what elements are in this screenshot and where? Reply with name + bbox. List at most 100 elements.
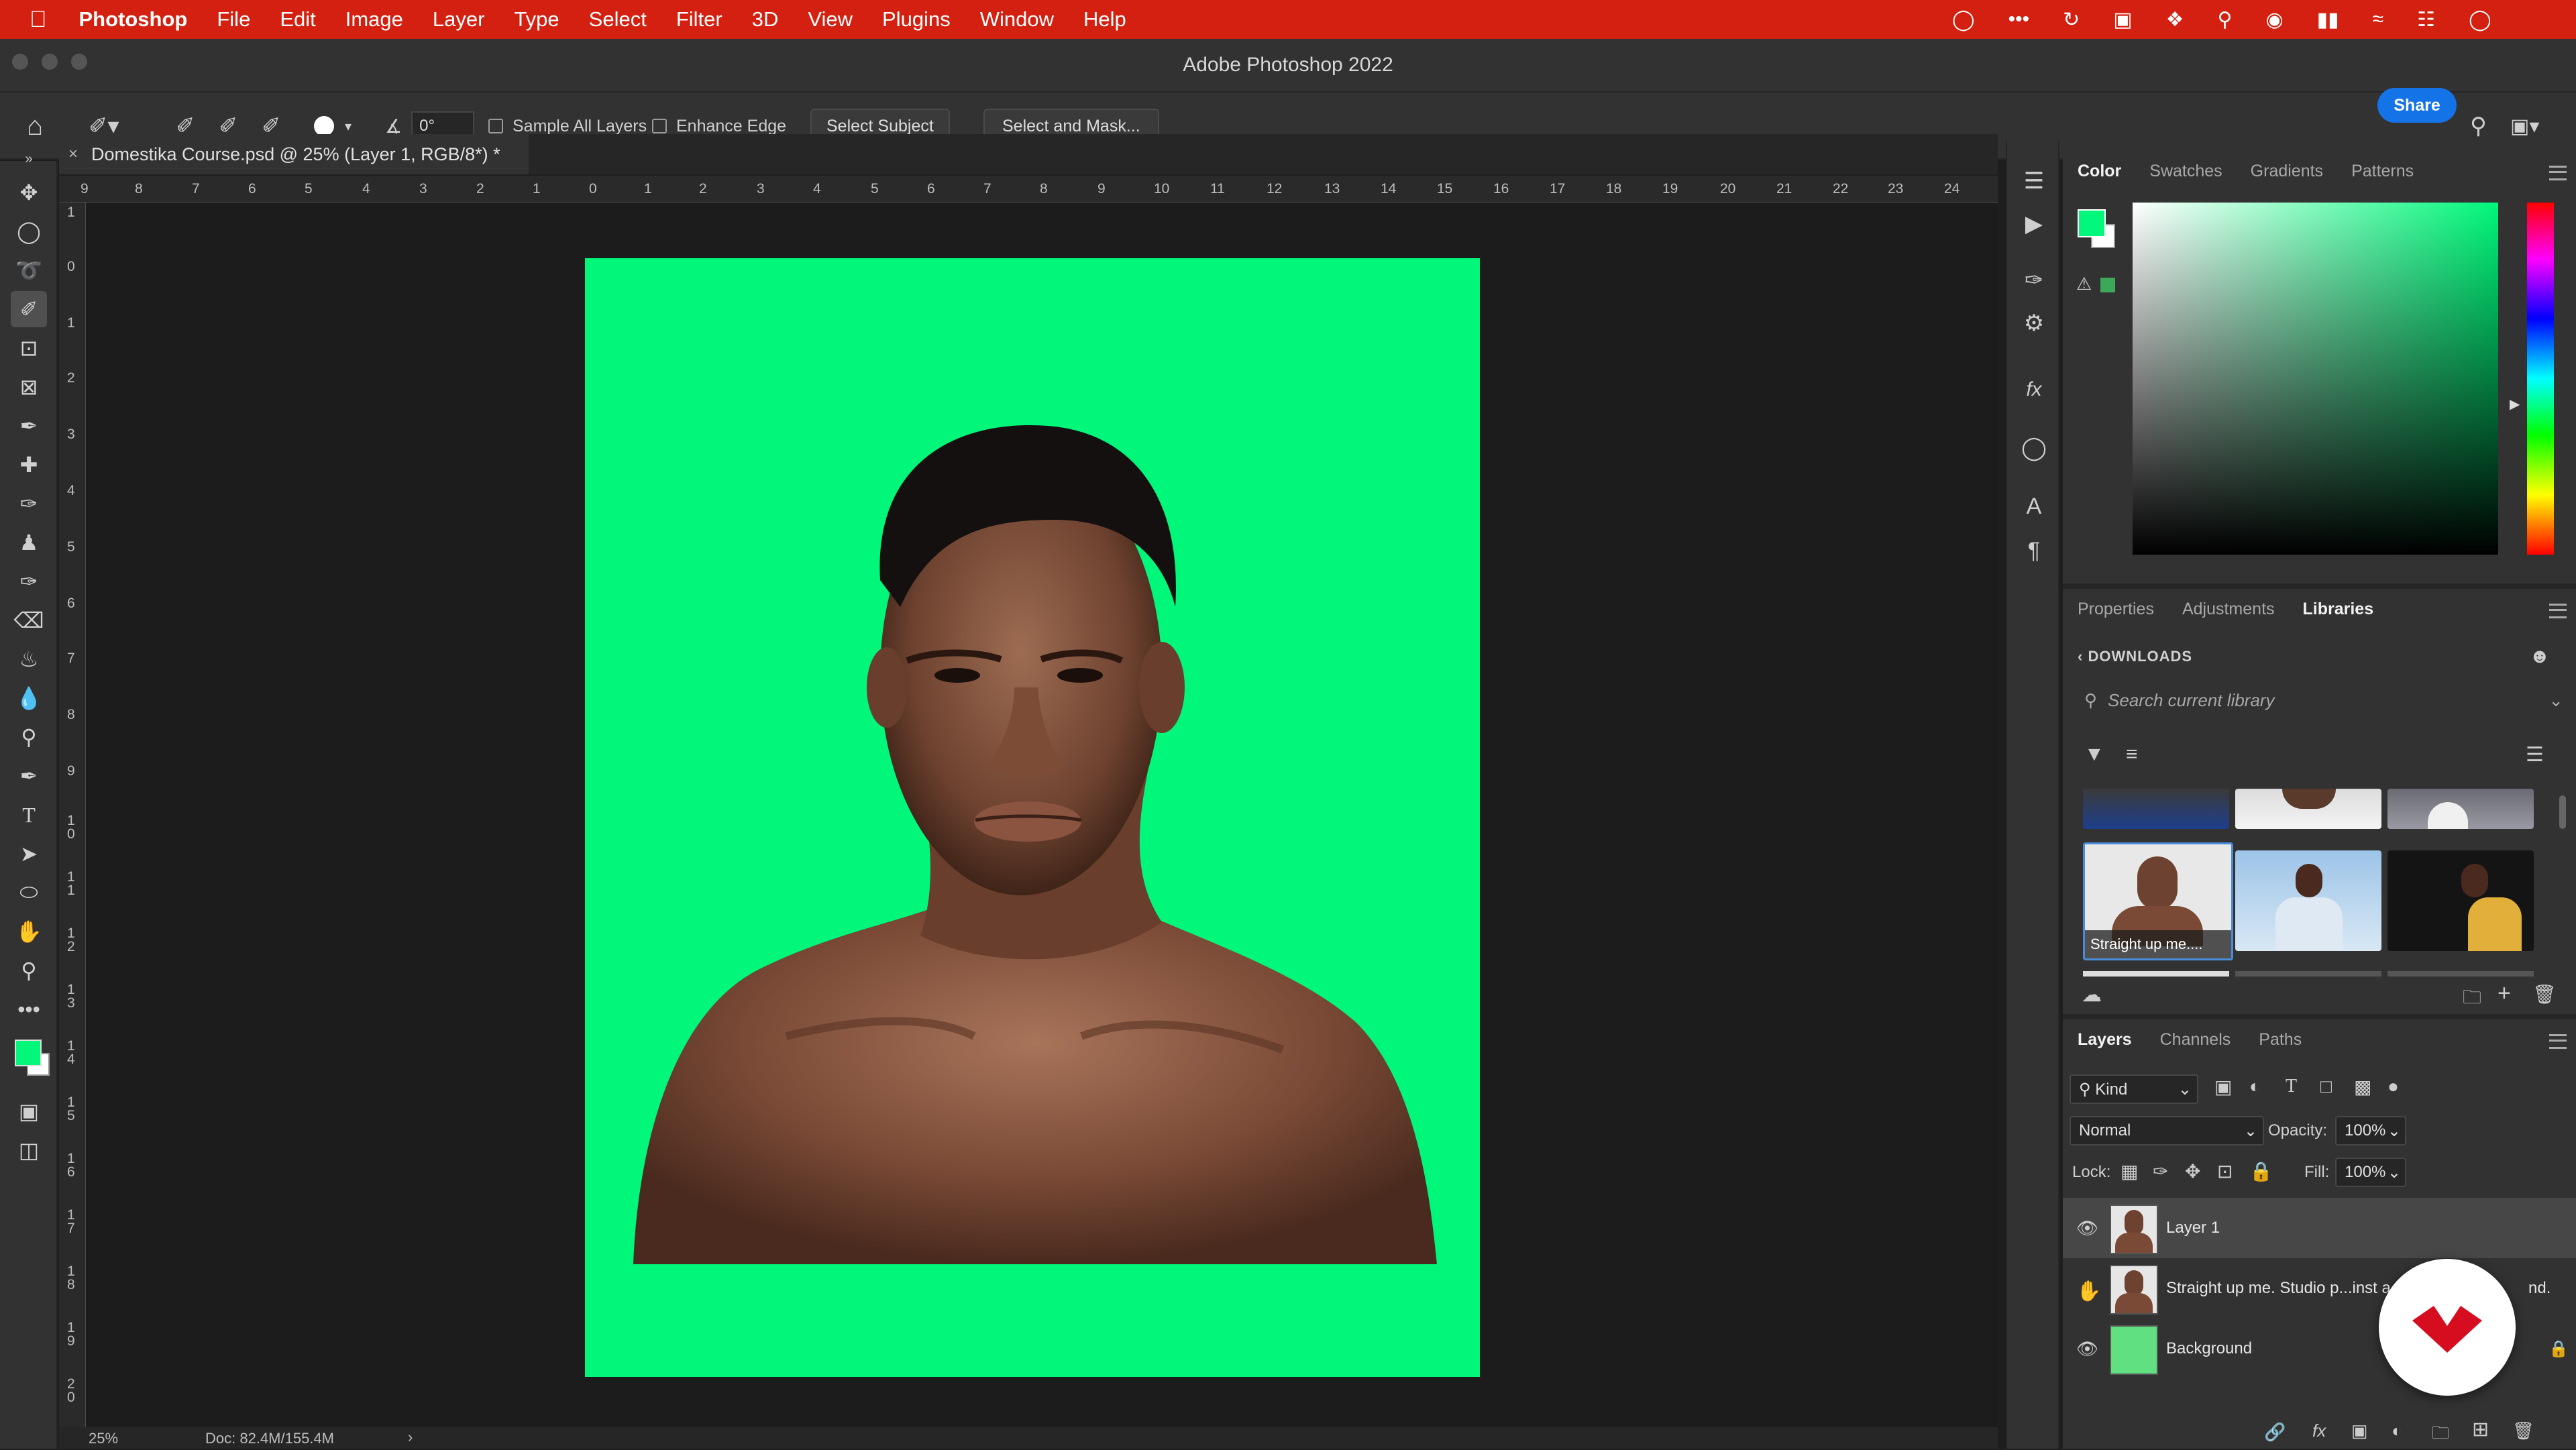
new-layer-icon[interactable]: ⊞ bbox=[2472, 1418, 2489, 1441]
blend-mode-select[interactable]: Normal ⌄ bbox=[2070, 1116, 2264, 1146]
eraser-tool-icon[interactable]: ⌫ bbox=[11, 602, 47, 638]
history-icon[interactable]: ☰ bbox=[2019, 168, 2049, 197]
library-item[interactable] bbox=[2235, 789, 2381, 829]
zoom-tool-icon[interactable]: ⚲ bbox=[11, 952, 47, 989]
sort-icon[interactable]: ≡ bbox=[2126, 743, 2138, 766]
menu-app-name[interactable]: Photoshop bbox=[79, 7, 188, 32]
opacity-field[interactable]: 100% ⌄ bbox=[2335, 1116, 2406, 1146]
actions-play-icon[interactable]: ▶ bbox=[2019, 211, 2049, 240]
cloud-icon[interactable]: ☁ bbox=[2082, 983, 2102, 1007]
lock-artboard-icon[interactable]: ⊡ bbox=[2217, 1160, 2233, 1182]
record-icon[interactable]: ◉ bbox=[2265, 8, 2283, 32]
layer-filter-kind[interactable]: ⚲ Kind ⌄ bbox=[2070, 1074, 2198, 1104]
ellipse-tool-icon[interactable]: ⬭ bbox=[11, 875, 47, 911]
menu-select[interactable]: Select bbox=[589, 7, 647, 32]
horizontal-ruler[interactable]: 9 8 7 6 5 4 3 2 1 0 1 2 3 4 5 6 7 8 9 10 11 12 13 14 15 16 17 18 19 2… bbox=[59, 176, 1998, 203]
close-tab-icon[interactable]: × bbox=[68, 145, 78, 164]
lock-transparent-icon[interactable]: ▦ bbox=[2121, 1160, 2138, 1182]
blur-tool-icon[interactable]: 💧 bbox=[11, 680, 47, 716]
dodge-tool-icon[interactable]: ⚲ bbox=[11, 719, 47, 755]
layer-name[interactable]: Straight up me. Studio p...inst a bbox=[2166, 1279, 2391, 1298]
tab-swatches[interactable]: Swatches bbox=[2149, 162, 2222, 181]
filter-icon[interactable]: ▼ bbox=[2084, 743, 2104, 766]
wifi-icon[interactable]: ≈ bbox=[2373, 8, 2383, 31]
character-icon[interactable]: A bbox=[2019, 494, 2049, 523]
history-brush-tool-icon[interactable]: ✑ bbox=[11, 563, 47, 600]
tab-paths[interactable]: Paths bbox=[2259, 1030, 2302, 1050]
creative-cloud-icon[interactable]: ◯ bbox=[1952, 8, 1975, 32]
library-item[interactable] bbox=[2387, 850, 2534, 951]
group-icon[interactable]: 🗀 bbox=[2432, 1420, 2449, 1450]
document-tab[interactable]: × Domestika Course.psd @ 25% (Layer 1, R… bbox=[59, 134, 529, 174]
library-item[interactable] bbox=[2387, 971, 2534, 977]
layer-name[interactable]: Layer 1 bbox=[2166, 1219, 2220, 1237]
styles-fx-icon[interactable]: fx bbox=[2019, 378, 2049, 408]
tab-libraries[interactable]: Libraries bbox=[2303, 600, 2374, 619]
hand-tool-icon[interactable]: ✋ bbox=[11, 913, 47, 950]
lasso-tool-icon[interactable]: ➰ bbox=[11, 252, 47, 288]
paint-bucket-tool-icon[interactable]: ♨ bbox=[11, 641, 47, 677]
library-scrollbar[interactable] bbox=[2559, 795, 2566, 829]
edit-toolbar-icon[interactable]: ••• bbox=[11, 991, 47, 1027]
battery-icon[interactable]: ▮▮ bbox=[2317, 8, 2339, 32]
gamut-swatch[interactable] bbox=[2100, 278, 2115, 292]
tab-color[interactable]: Color bbox=[2078, 162, 2121, 181]
add-mask-icon[interactable]: ▣ bbox=[2351, 1420, 2368, 1441]
type-tool-icon[interactable]: T bbox=[11, 797, 47, 833]
lock-pixels-icon[interactable]: ✑ bbox=[2153, 1160, 2168, 1182]
healing-brush-tool-icon[interactable]: ✚ bbox=[11, 447, 47, 483]
add-icon[interactable]: + bbox=[2498, 981, 2511, 1007]
hue-slider-handle[interactable]: ▶ bbox=[2510, 396, 2520, 412]
tab-patterns[interactable]: Patterns bbox=[2351, 162, 2414, 181]
brush-tool-icon[interactable]: ✑ bbox=[11, 486, 47, 522]
chevron-down-icon[interactable]: ⌄ bbox=[2548, 690, 2563, 711]
menu-layer[interactable]: Layer bbox=[433, 7, 485, 32]
apple-icon[interactable]:  bbox=[30, 7, 47, 33]
library-item[interactable] bbox=[2387, 789, 2534, 829]
eyedropper-tool-icon[interactable]: ✒ bbox=[11, 408, 47, 444]
tab-channels[interactable]: Channels bbox=[2160, 1030, 2231, 1050]
trash-icon[interactable]: 🗑 bbox=[2532, 983, 2557, 1005]
screen-mode-icon[interactable]: ◫ bbox=[11, 1132, 47, 1168]
filter-toggle-icon[interactable]: ● bbox=[2387, 1076, 2399, 1097]
library-item[interactable] bbox=[2235, 850, 2381, 951]
library-search-input[interactable]: Search current library bbox=[2108, 690, 2275, 711]
paragraph-icon[interactable]: ¶ bbox=[2019, 538, 2049, 567]
menu-filter[interactable]: Filter bbox=[676, 7, 722, 32]
frame-tool-icon[interactable]: ⊠ bbox=[11, 369, 47, 405]
tab-properties[interactable]: Properties bbox=[2078, 600, 2154, 619]
path-selection-tool-icon[interactable]: ➤ bbox=[11, 836, 47, 872]
user-icon[interactable]: ☻ bbox=[2529, 645, 2551, 668]
menu-type[interactable]: Type bbox=[514, 7, 559, 32]
menu-plugins[interactable]: Plugins bbox=[882, 7, 951, 32]
panel-menu-icon[interactable] bbox=[2549, 604, 2567, 618]
move-tool-icon[interactable]: ✥ bbox=[11, 174, 47, 211]
adjustment-filter-icon[interactable]: ◐ bbox=[2249, 1076, 2261, 1097]
tab-adjustments[interactable]: Adjustments bbox=[2182, 600, 2275, 619]
fill-field[interactable]: 100% ⌄ bbox=[2335, 1158, 2406, 1187]
panel-menu-icon[interactable] bbox=[2549, 166, 2567, 180]
menu-window[interactable]: Window bbox=[980, 7, 1054, 32]
layer-row[interactable]: 👁 Layer 1 bbox=[2063, 1198, 2576, 1258]
fx-icon[interactable]: fx bbox=[2312, 1420, 2326, 1441]
color-field[interactable] bbox=[2133, 203, 2498, 555]
shapes-icon[interactable]: ◯ bbox=[2019, 435, 2049, 464]
doc-info[interactable]: Doc: 82.4M/155.4M bbox=[205, 1430, 334, 1447]
more-icon[interactable]: ••• bbox=[2008, 8, 2030, 31]
library-item[interactable] bbox=[2083, 789, 2229, 829]
shape-filter-icon[interactable]: □ bbox=[2320, 1076, 2332, 1097]
quick-selection-tool-icon[interactable]: ✐ bbox=[11, 291, 47, 327]
zoom-level[interactable]: 25% bbox=[89, 1430, 118, 1447]
menu-image[interactable]: Image bbox=[345, 7, 403, 32]
list-view-icon[interactable]: ☰ bbox=[2526, 743, 2544, 767]
collapse-icon[interactable]: » bbox=[11, 141, 47, 177]
library-breadcrumb[interactable]: ‹ DOWNLOADS bbox=[2078, 648, 2192, 665]
trash-icon[interactable]: 🗑 bbox=[2512, 1420, 2534, 1441]
pixel-filter-icon[interactable]: ▣ bbox=[2214, 1076, 2232, 1098]
folder-icon[interactable]: 🗀 bbox=[2463, 983, 2481, 1015]
screen-icon[interactable]: ▣ bbox=[2113, 8, 2132, 32]
control-center-icon[interactable]: ☷ bbox=[2417, 8, 2435, 32]
marquee-tool-icon[interactable]: ◯ bbox=[11, 213, 47, 249]
menu-file[interactable]: File bbox=[217, 7, 250, 32]
link-layers-icon[interactable]: 🔗 bbox=[2264, 1422, 2286, 1443]
